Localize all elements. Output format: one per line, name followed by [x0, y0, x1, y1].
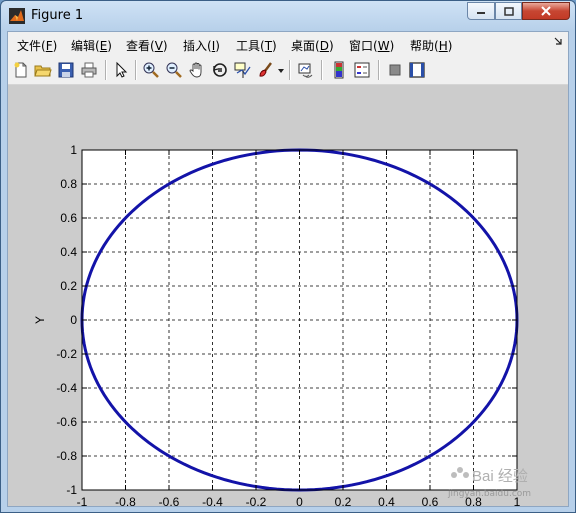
menu-end: )	[215, 39, 220, 53]
title-bar[interactable]: Figure 1	[1, 1, 575, 31]
menu-label: 工具(	[236, 39, 265, 53]
figure-canvas: -1 -0.8 -0.6 -0.4 -0.2 0 0.2 0.4 0.6 0.8 1 -1 -0.8 -0…	[8, 85, 568, 506]
maximize-icon	[503, 6, 514, 16]
new-figure-icon[interactable]	[12, 61, 30, 79]
menu-file[interactable]: 文件(F)	[17, 37, 57, 54]
toolbar	[8, 56, 568, 85]
rotate-3d-icon[interactable]	[211, 61, 229, 79]
y-tick-label: 0.6	[60, 211, 77, 225]
x-tick-label: -0.6	[159, 495, 180, 506]
menu-end: )	[162, 39, 168, 53]
x-tick-label: 0.6	[422, 495, 439, 506]
menu-accel: F	[45, 39, 53, 53]
toolbar-separator	[105, 60, 107, 80]
menu-accel: H	[438, 39, 448, 53]
watermark-url: jingyan.baidu.com	[448, 489, 532, 499]
menu-edit[interactable]: 编辑(E)	[71, 37, 112, 54]
colorbar-icon[interactable]	[330, 61, 348, 79]
menu-accel: W	[377, 39, 390, 53]
window-title: Figure 1	[31, 8, 84, 23]
baidu-jingyan-logo: Bai 经验	[451, 467, 528, 485]
menu-help[interactable]: 帮助(H)	[410, 37, 452, 54]
y-tick-label: -0.6	[56, 415, 77, 429]
close-icon	[541, 6, 551, 16]
save-icon[interactable]	[57, 61, 75, 79]
menu-accel: D	[319, 39, 329, 53]
x-tick-label: -0.2	[246, 495, 267, 506]
pan-hand-icon[interactable]	[188, 61, 206, 79]
watermark-brand: Bai 经验	[472, 468, 528, 485]
dock-arrow-icon[interactable]	[554, 37, 562, 45]
plot-axes[interactable]: -1 -0.8 -0.6 -0.4 -0.2 0 0.2 0.4 0.6 0.8 1 -1 -0.8 -0…	[8, 85, 568, 506]
x-tick-label: -0.4	[202, 495, 223, 506]
menu-label: 插入(	[183, 39, 212, 53]
figure-window: Figure 1 文件(F) 编辑(E) 查看(V) 插入(I) 工具(T) 桌…	[0, 0, 576, 513]
toolbar-separator	[135, 60, 137, 80]
brush-icon[interactable]	[257, 61, 275, 79]
toolbar-separator	[378, 60, 380, 80]
x-tick-label: 0.4	[378, 495, 395, 506]
x-tick-label: 0.2	[335, 495, 352, 506]
y-axis-label: Y	[33, 316, 47, 324]
toolbar-separator	[321, 60, 323, 80]
edit-plot-arrow-icon[interactable]	[112, 61, 130, 79]
zoom-out-icon[interactable]	[165, 61, 183, 79]
brush-dropdown-icon[interactable]	[278, 69, 284, 73]
menu-view[interactable]: 查看(V)	[126, 37, 168, 54]
zoom-in-icon[interactable]	[142, 61, 160, 79]
menu-end: )	[107, 39, 112, 53]
maximize-button[interactable]	[495, 2, 522, 20]
x-tick-label: -0.8	[115, 495, 136, 506]
menu-bar: 文件(F) 编辑(E) 查看(V) 插入(I) 工具(T) 桌面(D) 窗口(W…	[8, 32, 568, 56]
hide-plot-tools-icon[interactable]	[386, 61, 404, 79]
x-tick-label: 0	[296, 495, 303, 506]
y-tick-label: -1	[66, 483, 77, 497]
menu-label: 文件(	[17, 39, 46, 53]
legend-icon[interactable]	[353, 61, 371, 79]
menu-end: )	[52, 39, 58, 53]
y-tick-label: -0.2	[56, 347, 77, 361]
y-tick-label: 0.4	[60, 245, 77, 259]
y-tick-label: 0.2	[60, 279, 77, 293]
menu-label: 窗口(	[349, 39, 378, 53]
menu-label: 查看(	[126, 39, 155, 53]
toolbar-separator	[289, 60, 291, 80]
figure-client: 文件(F) 编辑(E) 查看(V) 插入(I) 工具(T) 桌面(D) 窗口(W…	[7, 31, 569, 507]
minimize-icon	[477, 12, 485, 14]
menu-desktop[interactable]: 桌面(D)	[291, 37, 334, 54]
menu-tools[interactable]: 工具(T)	[236, 37, 277, 54]
open-file-icon[interactable]	[34, 61, 52, 79]
close-button[interactable]	[522, 2, 570, 20]
data-cursor-icon[interactable]	[234, 61, 252, 79]
print-icon[interactable]	[80, 61, 98, 79]
y-tick-label: -0.8	[56, 449, 77, 463]
y-tick-label: 0.8	[60, 177, 77, 191]
show-plot-tools-icon[interactable]	[408, 61, 426, 79]
y-tick-label: 0	[70, 313, 77, 327]
menu-end: )	[328, 39, 334, 53]
minimize-button[interactable]	[467, 2, 495, 20]
x-tick-label: -1	[77, 495, 88, 506]
menu-window[interactable]: 窗口(W)	[349, 37, 394, 54]
matlab-icon	[9, 8, 25, 24]
menu-insert[interactable]: 插入(I)	[183, 37, 220, 54]
menu-label: 帮助(	[410, 39, 439, 53]
menu-label: 编辑(	[71, 39, 100, 53]
menu-end: )	[447, 39, 453, 53]
link-plot-icon[interactable]	[297, 61, 315, 79]
menu-accel: T	[264, 39, 273, 53]
menu-end: )	[389, 39, 395, 53]
menu-label: 桌面(	[291, 39, 320, 53]
y-tick-label: -0.4	[56, 381, 77, 395]
menu-end: )	[272, 39, 277, 53]
y-tick-label: 1	[70, 143, 77, 157]
menu-accel: V	[154, 39, 163, 53]
